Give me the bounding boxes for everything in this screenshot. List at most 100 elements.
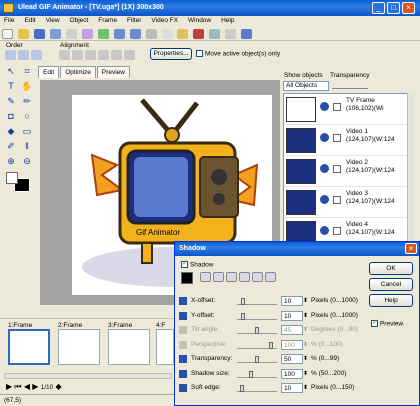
text-tool-icon[interactable]: T — [4, 80, 18, 92]
prev-frame-icon[interactable]: ◀ — [24, 382, 30, 391]
soft-edge-spin-icon[interactable]: ⬍ — [303, 384, 308, 391]
menu-edit[interactable]: Edit — [20, 16, 39, 25]
tab-optimize[interactable]: Optimize — [60, 66, 96, 78]
eyedropper-tool-icon[interactable]: ✐ — [4, 140, 18, 152]
undo-icon[interactable] — [113, 29, 125, 39]
transparency-input[interactable]: 50 — [281, 354, 303, 364]
list-item[interactable]: Video 2 (124,107)(W:124 — [284, 156, 408, 187]
dialog-close-button[interactable]: × — [405, 243, 417, 254]
shadow-size-spin-icon[interactable]: ⬍ — [303, 370, 308, 377]
fill-tool-icon[interactable]: ◆ — [4, 125, 18, 137]
menu-object[interactable]: Object — [66, 16, 93, 25]
x-offset-input[interactable]: 10 — [281, 296, 303, 306]
tab-edit[interactable]: Edit — [38, 66, 60, 78]
cut-icon[interactable] — [145, 29, 157, 39]
lock-checkbox[interactable] — [333, 165, 341, 173]
frame-thumb[interactable]: 3:Frame — [108, 322, 150, 367]
frames-scrollbar[interactable] — [4, 373, 172, 379]
zoom-out-icon[interactable]: ⊖ — [20, 155, 34, 167]
x-offset-spin-icon[interactable]: ⬍ — [303, 297, 308, 304]
blank-frame-icon[interactable] — [97, 29, 109, 39]
minimize-button[interactable]: _ — [372, 2, 385, 14]
shadow-size-input[interactable]: 100 — [281, 369, 303, 379]
transparency-slider[interactable] — [332, 84, 368, 89]
add-image-icon[interactable] — [49, 29, 61, 39]
transparency-spin-icon[interactable]: ⬍ — [303, 355, 308, 362]
new-icon[interactable] — [2, 29, 13, 39]
lock-checkbox[interactable] — [333, 134, 341, 142]
selection-tool-icon[interactable]: ▭ — [20, 125, 34, 137]
brush-tool-icon[interactable]: ✎ — [4, 95, 18, 107]
shadow-checkbox[interactable]: Shadow — [181, 259, 213, 268]
zoom-in-icon[interactable]: ⊕ — [4, 155, 18, 167]
list-item[interactable]: TV Frame (106,102)(Wi — [284, 94, 408, 125]
order-buttons[interactable] — [4, 50, 52, 61]
eye-icon[interactable] — [320, 226, 329, 235]
align-left-icon[interactable] — [59, 50, 70, 60]
x-offset-slider-thumb[interactable] — [241, 298, 245, 305]
properties-button[interactable]: Properties... — [150, 48, 192, 60]
bring-forward-icon[interactable] — [5, 50, 16, 60]
add-video-icon[interactable] — [65, 29, 77, 39]
help-icon[interactable] — [241, 29, 253, 39]
y-offset-slider[interactable] — [237, 312, 277, 320]
save-icon[interactable] — [33, 29, 45, 39]
x-offset-slider[interactable] — [237, 297, 277, 305]
add-text-icon[interactable] — [81, 29, 93, 39]
play-icon[interactable] — [209, 29, 221, 39]
align-middle-icon[interactable] — [111, 50, 122, 60]
objects-scrollbar[interactable] — [407, 93, 413, 258]
eye-icon[interactable] — [320, 164, 329, 173]
send-backward-icon[interactable] — [18, 50, 29, 60]
eye-icon[interactable] — [320, 102, 329, 111]
align-center-icon[interactable] — [72, 50, 83, 60]
menu-window[interactable]: Window — [184, 16, 215, 25]
preview-check[interactable] — [371, 318, 378, 327]
eraser-tool-icon[interactable]: ◘ — [4, 110, 18, 122]
shadow-size-slider[interactable] — [237, 370, 277, 378]
align-bottom-icon[interactable] — [124, 50, 135, 60]
cancel-button[interactable]: Cancel — [369, 278, 413, 291]
hand-tool-icon[interactable]: ✋ — [20, 80, 34, 92]
background-color-swatch[interactable] — [6, 172, 18, 184]
lock-checkbox[interactable] — [333, 103, 341, 111]
play-button-icon[interactable]: ▶ — [6, 382, 12, 391]
menu-file[interactable]: File — [0, 16, 18, 25]
copy-icon[interactable] — [161, 29, 173, 39]
list-item[interactable]: Video 3 (124,107)(W:124 — [284, 187, 408, 218]
lock-checkbox[interactable] — [333, 227, 341, 235]
frame-thumb[interactable]: 2:Frame — [58, 322, 100, 367]
y-offset-spin-icon[interactable]: ⬍ — [303, 312, 308, 319]
shadow-color-swatch[interactable] — [181, 272, 193, 284]
shadow-size-slider-thumb[interactable] — [249, 371, 253, 378]
menu-help[interactable]: Help — [217, 16, 238, 25]
menu-filter[interactable]: Filter — [123, 16, 145, 25]
eye-icon[interactable] — [320, 133, 329, 142]
transparency-slider[interactable] — [237, 355, 277, 363]
redo-icon[interactable] — [129, 29, 141, 39]
add-frame-icon[interactable]: ◆ — [56, 382, 62, 391]
bring-front-icon[interactable] — [31, 50, 42, 60]
menu-video-fx[interactable]: Video FX — [147, 16, 182, 25]
shadow-style-3-icon[interactable] — [226, 272, 237, 282]
y-offset-input[interactable]: 10 — [281, 311, 303, 321]
close-button[interactable]: × — [402, 2, 415, 14]
soft-edge-input[interactable]: 10 — [281, 383, 303, 393]
menu-view[interactable]: View — [42, 16, 64, 25]
shadow-check[interactable] — [181, 259, 188, 268]
open-icon[interactable] — [17, 29, 29, 39]
line-tool-icon[interactable]: ‖ — [20, 140, 34, 152]
frame-thumb[interactable]: 4:F — [156, 322, 174, 367]
frame-thumb[interactable]: 1:Frame — [8, 322, 50, 367]
delete-icon[interactable] — [193, 29, 205, 39]
objects-filter-select[interactable]: All Objects — [283, 81, 329, 91]
pencil-tool-icon[interactable]: ✏ — [20, 95, 34, 107]
pointer-tool-icon[interactable]: ↖ — [4, 65, 18, 77]
shadow-style-4-icon[interactable] — [239, 272, 250, 282]
shadow-style-6-icon[interactable] — [265, 272, 276, 282]
alignment-buttons[interactable] — [58, 50, 146, 61]
paste-icon[interactable] — [177, 29, 189, 39]
shadow-style-5-icon[interactable] — [252, 272, 263, 282]
soft-edge-slider-thumb[interactable] — [240, 385, 244, 392]
move-active-check[interactable] — [196, 50, 203, 57]
